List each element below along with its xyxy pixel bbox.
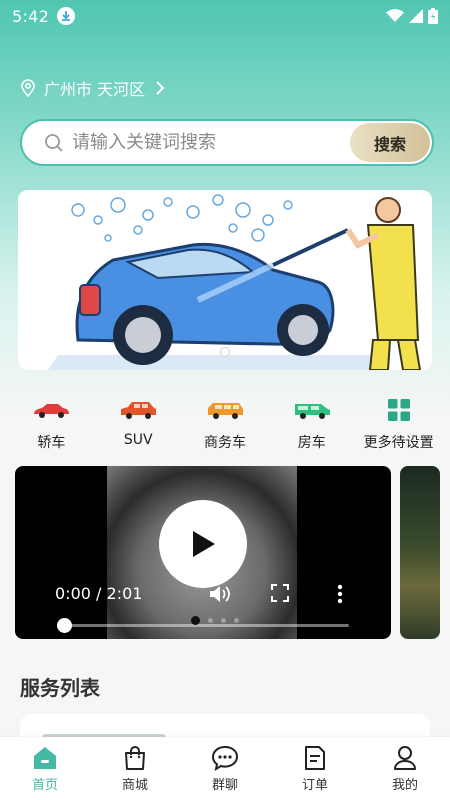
tab-label: 我的 (391, 777, 418, 793)
shopping-bag-icon (125, 745, 145, 770)
status-time: 5:42 (12, 6, 50, 26)
carousel-dot-active[interactable] (191, 616, 200, 625)
user-icon (394, 745, 416, 770)
play-icon (193, 531, 215, 557)
video-player[interactable]: 0:00 / 2:01 (15, 466, 391, 639)
vehicle-category-row: 轿车 SUV 商务车 房车 更多待设置 (0, 392, 450, 456)
carousel-dot[interactable] (234, 618, 239, 623)
download-icon (57, 7, 76, 25)
rv-icon (293, 392, 331, 428)
chat-icon (211, 745, 239, 771)
category-label: 更多待设置 (363, 435, 434, 451)
fullscreen-icon[interactable] (271, 584, 289, 606)
wifi-icon (386, 9, 404, 22)
section-title: 服务列表 (20, 676, 100, 700)
category-more[interactable]: 更多待设置 (358, 392, 440, 456)
category-sedan[interactable]: 轿车 (10, 392, 92, 456)
order-icon (305, 745, 325, 770)
banner-indicator-dot[interactable] (220, 347, 230, 357)
signal-icon (409, 9, 423, 23)
grid-icon (387, 392, 410, 428)
tab-label: 首页 (31, 777, 58, 793)
search-icon (44, 133, 64, 153)
video-time: 0:00 / 2:01 (55, 584, 143, 603)
tab-mall[interactable]: 商城 (95, 745, 175, 793)
status-bar: 5:42 (0, 0, 450, 32)
promo-banner[interactable] (18, 190, 432, 370)
category-rv[interactable]: 房车 (271, 392, 353, 456)
carousel-dot[interactable] (208, 618, 213, 623)
battery-icon (428, 8, 438, 24)
tab-profile[interactable]: 我的 (365, 745, 445, 793)
video-progress-thumb[interactable] (57, 618, 72, 633)
carousel-dot[interactable] (221, 618, 226, 623)
sedan-icon (32, 392, 70, 428)
volume-icon[interactable] (209, 584, 231, 608)
tab-home[interactable]: 首页 (5, 745, 85, 793)
tab-label: 商城 (121, 777, 148, 793)
suv-icon (119, 392, 157, 428)
location-text: 广州市 天河区 (44, 80, 146, 99)
search-bar: 搜索 (20, 119, 434, 166)
bottom-tab-bar: 首页 商城 群聊 订单 我的 (0, 737, 450, 800)
search-button[interactable]: 搜索 (350, 123, 430, 162)
category-label: SUV (123, 432, 153, 448)
category-label: 房车 (297, 435, 326, 451)
tab-orders[interactable]: 订单 (275, 745, 355, 793)
category-label: 商务车 (203, 435, 246, 451)
car-wash-illustration (18, 190, 432, 370)
location-pin-icon (20, 79, 36, 97)
chevron-right-icon (155, 81, 165, 95)
tab-label: 订单 (301, 777, 328, 793)
search-input[interactable] (72, 132, 342, 153)
carousel-dots (191, 616, 239, 625)
category-mpv[interactable]: 商务车 (184, 392, 266, 456)
location-selector[interactable]: 广州市 天河区 (20, 76, 165, 100)
home-icon (34, 746, 56, 769)
category-suv[interactable]: SUV (97, 392, 179, 456)
play-button[interactable] (159, 500, 247, 588)
more-options-icon[interactable] (337, 584, 343, 608)
category-label: 轿车 (37, 435, 66, 451)
tab-label: 群聊 (211, 777, 238, 793)
tab-group-chat[interactable]: 群聊 (185, 745, 265, 793)
next-video-card[interactable] (400, 466, 440, 639)
mpv-icon (206, 392, 244, 428)
